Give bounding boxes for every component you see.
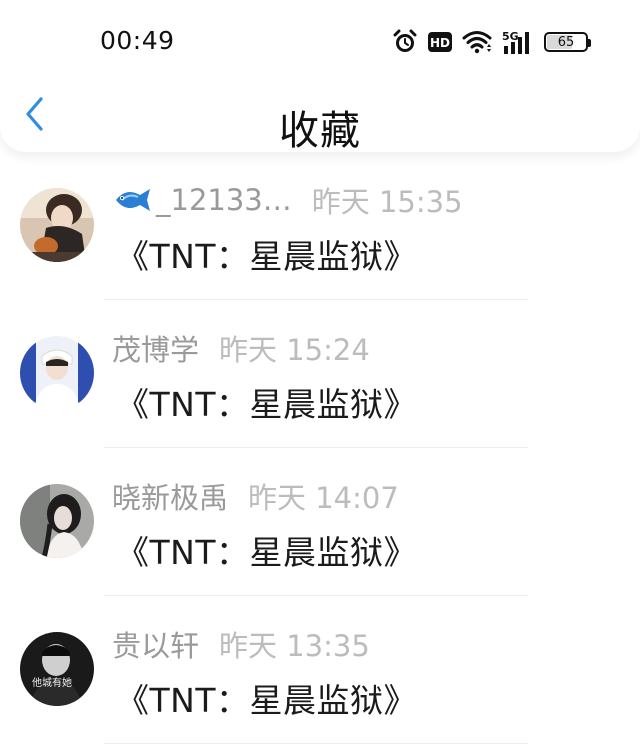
avatar-caption: 他城有她 xyxy=(32,676,72,689)
item-title[interactable]: 《TNT：星晨监狱》 xyxy=(116,378,417,426)
signal-5g-icon: 5G xyxy=(502,29,534,55)
page-title: 收藏 xyxy=(279,108,361,154)
list-item[interactable]: 晓新极禹 昨天 14:07 《TNT：星晨监狱》 xyxy=(0,448,640,596)
user-name[interactable]: 晓新极禹 xyxy=(112,475,228,517)
list-item[interactable]: _12133… 昨天 15:35 《TNT：星晨监狱》 xyxy=(0,152,640,300)
wifi-icon xyxy=(462,30,492,54)
user-name[interactable]: 茂博学 xyxy=(112,327,199,369)
alarm-icon xyxy=(392,29,418,55)
avatar[interactable] xyxy=(20,484,94,558)
status-time: 00:49 xyxy=(100,26,175,55)
status-icons: HD 5G 65 xyxy=(392,28,591,56)
user-name[interactable]: 贵以轩 xyxy=(112,623,199,665)
timestamp: 昨天 13:35 xyxy=(219,629,370,663)
timestamp: 昨天 14:07 xyxy=(248,481,399,515)
item-meta: _12133… 昨天 15:35 xyxy=(112,182,463,219)
hd-icon: HD xyxy=(428,31,452,53)
list-item[interactable]: 他城有她 贵以轩 昨天 13:35 《TNT：星晨监狱》 xyxy=(0,596,640,744)
battery-icon: 65 xyxy=(544,32,591,52)
header: 00:49 HD 5G 65 收藏 xyxy=(0,0,640,154)
timestamp: 昨天 15:24 xyxy=(219,333,370,367)
divider xyxy=(104,743,528,744)
item-title[interactable]: 《TNT：星晨监狱》 xyxy=(116,526,417,574)
item-title[interactable]: 《TNT：星晨监狱》 xyxy=(116,674,417,722)
user-name[interactable]: _12133… xyxy=(156,183,292,217)
status-bar: 00:49 HD 5G 65 xyxy=(0,0,640,80)
network-label: 5G xyxy=(502,30,519,43)
battery-level: 65 xyxy=(557,34,575,50)
hd-label: HD xyxy=(430,36,450,50)
avatar[interactable] xyxy=(20,336,94,410)
item-meta: 茂博学 昨天 15:24 xyxy=(112,327,370,369)
item-meta: 贵以轩 昨天 13:35 xyxy=(112,623,370,665)
list-item[interactable]: 茂博学 昨天 15:24 《TNT：星晨监狱》 xyxy=(0,300,640,448)
avatar[interactable]: 他城有她 xyxy=(20,632,94,706)
timestamp: 昨天 15:35 xyxy=(311,185,463,219)
item-meta: 晓新极禹 昨天 14:07 xyxy=(112,475,399,517)
fish-icon xyxy=(112,185,152,215)
favorites-list: _12133… 昨天 15:35 《TNT：星晨监狱》 茂博学 昨天 15:24… xyxy=(0,152,640,750)
item-title[interactable]: 《TNT：星晨监狱》 xyxy=(116,230,417,278)
nav-bar: 收藏 xyxy=(0,80,640,154)
avatar[interactable] xyxy=(20,188,94,262)
